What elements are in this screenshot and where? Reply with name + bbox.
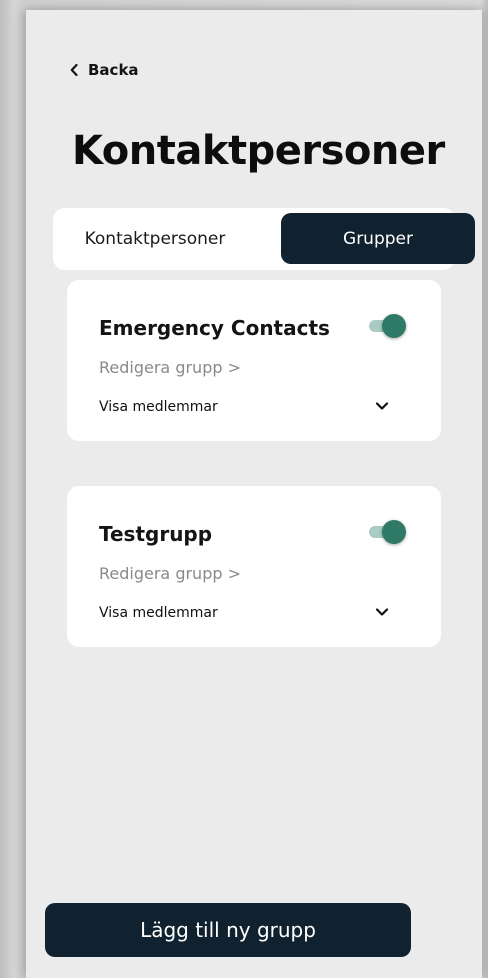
chevron-down-icon[interactable] <box>375 605 389 619</box>
show-members-label[interactable]: Visa medlemmar <box>99 605 218 621</box>
tab-grupper[interactable]: Grupper <box>281 213 475 264</box>
group-card: Testgrupp Redigera grupp > Visa medlemma… <box>67 486 441 647</box>
edit-group-link[interactable]: Redigera grupp > <box>99 358 241 377</box>
toggle-thumb <box>382 314 406 338</box>
show-members-label[interactable]: Visa medlemmar <box>99 399 218 415</box>
group-name: Emergency Contacts <box>99 316 330 340</box>
page-title: Kontaktpersoner <box>72 128 445 174</box>
group-toggle[interactable] <box>369 313 407 339</box>
chevron-left-icon <box>70 64 78 76</box>
group-card: Emergency Contacts Redigera grupp > Visa… <box>67 280 441 441</box>
add-group-button[interactable]: Lägg till ny grupp <box>45 903 411 957</box>
group-name: Testgrupp <box>99 522 213 546</box>
tab-kontaktpersoner[interactable]: Kontaktpersoner <box>55 213 255 264</box>
back-button[interactable]: Backa <box>70 59 139 81</box>
chevron-down-icon[interactable] <box>375 399 389 413</box>
app-screen: Backa Kontaktpersoner Kontaktpersoner Gr… <box>26 10 482 978</box>
toggle-thumb <box>382 520 406 544</box>
segmented-control: Kontaktpersoner Grupper <box>53 208 475 270</box>
edit-group-link[interactable]: Redigera grupp > <box>99 564 241 583</box>
group-toggle[interactable] <box>369 519 407 545</box>
back-label: Backa <box>88 61 139 79</box>
